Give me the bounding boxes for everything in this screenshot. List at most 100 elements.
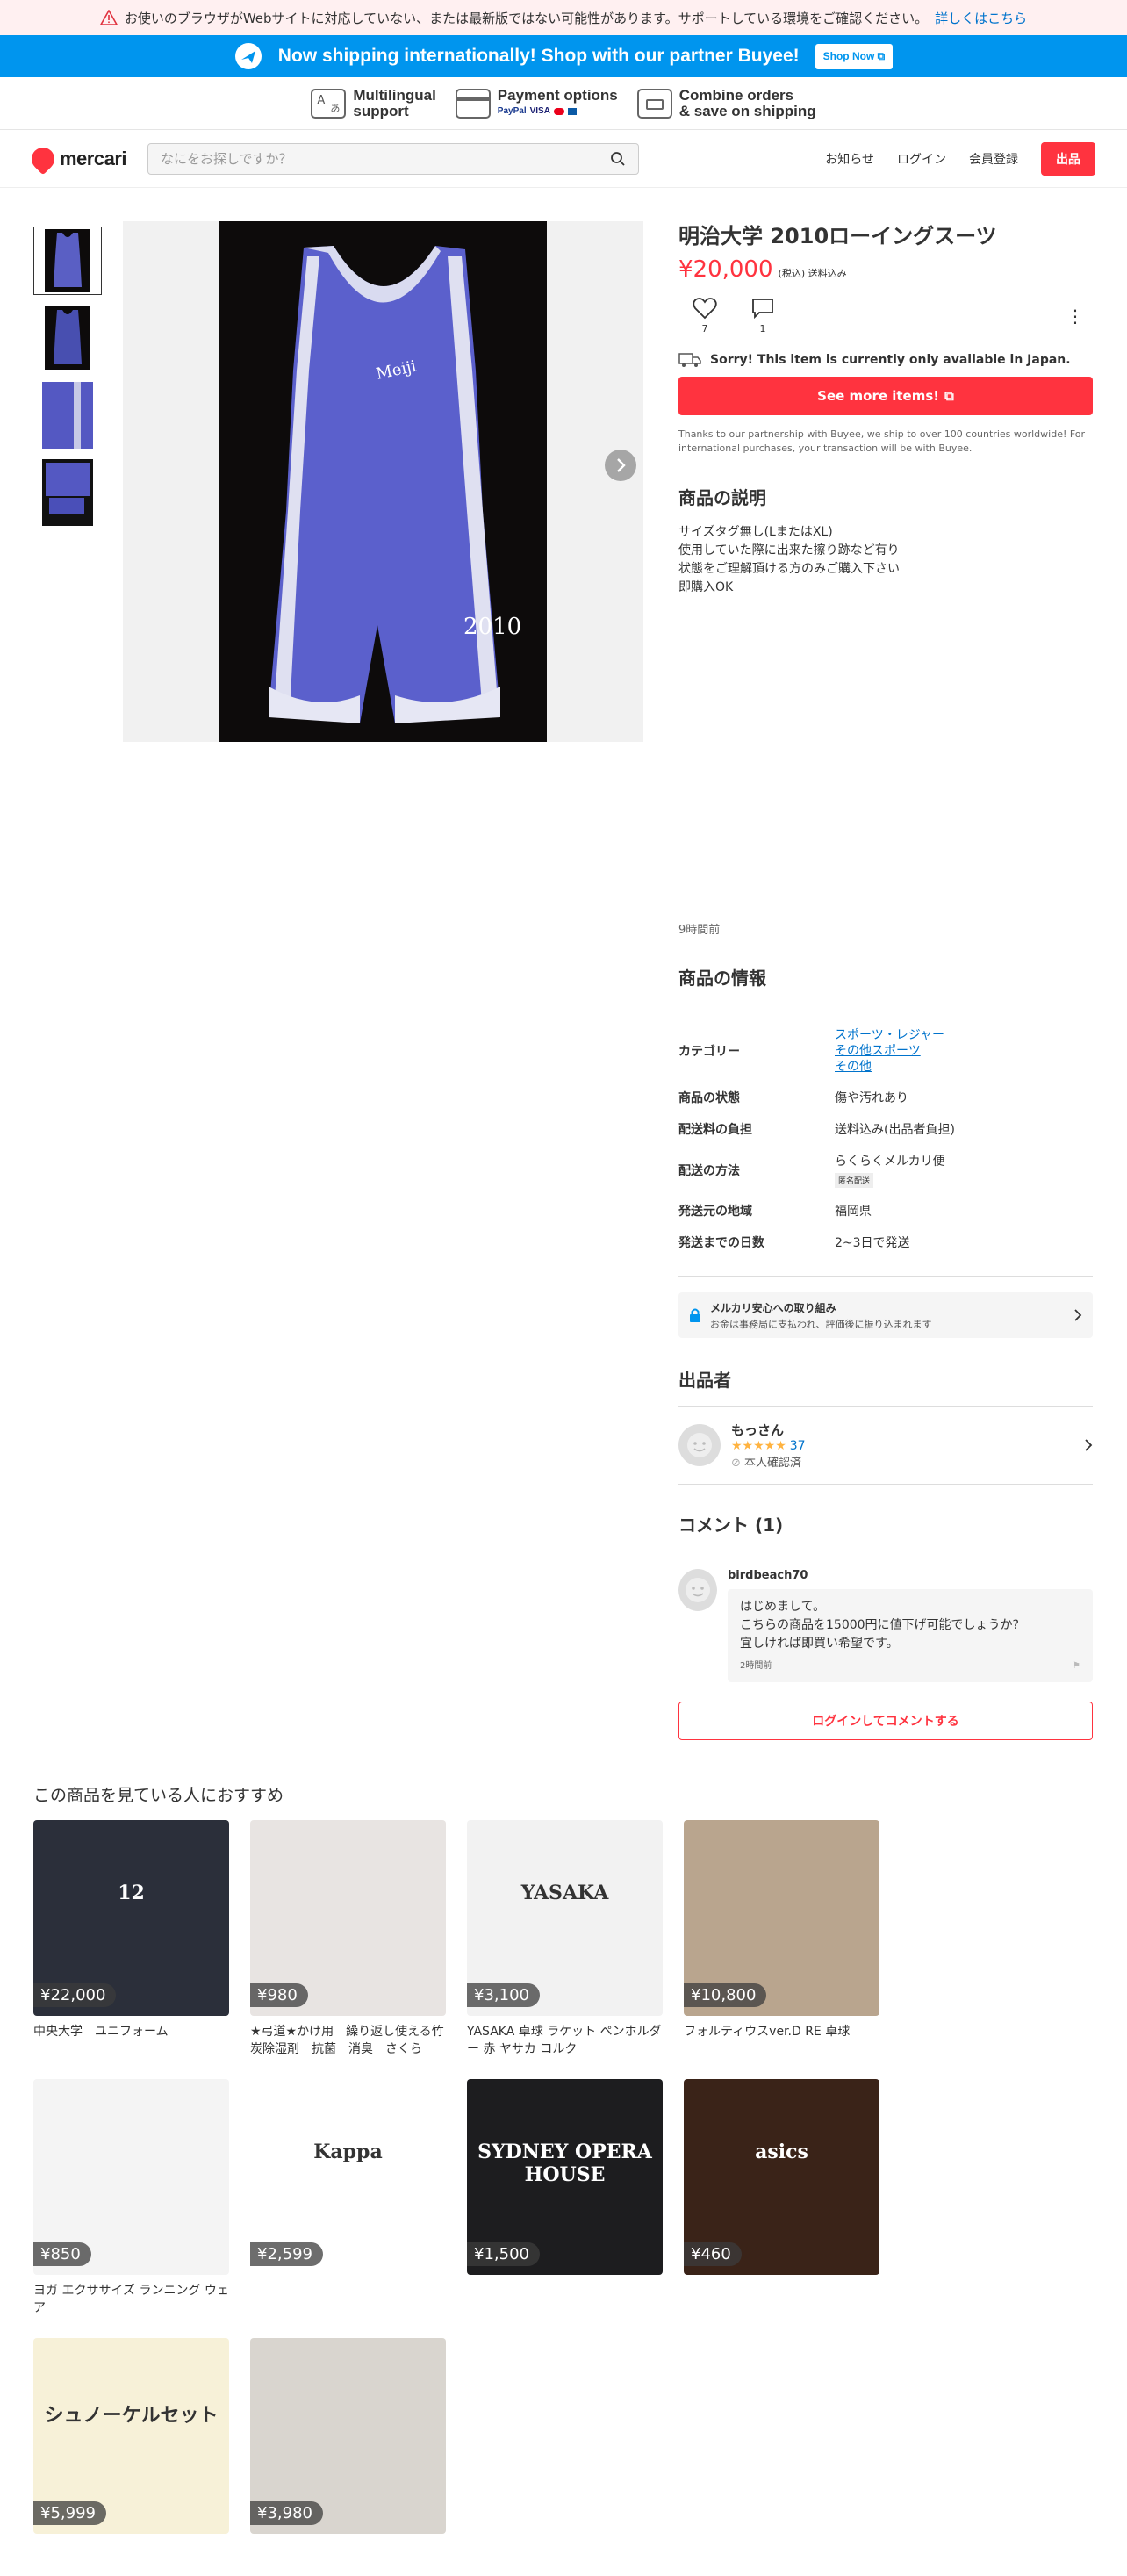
- like-count: 7: [701, 323, 708, 335]
- paypal-text: PayPal: [497, 105, 527, 116]
- mastercard-icon: [553, 107, 564, 115]
- recommended-item-name[interactable]: ★弓道★かけ用 繰り返し使える竹炭除湿剤 抗菌 消臭 さくら: [250, 2023, 446, 2058]
- info-key: カテゴリー: [678, 1045, 740, 1059]
- recommended-item[interactable]: ¥10,800 フォルティウスver.D RE 卓球: [684, 1820, 879, 2058]
- recommended-item-image[interactable]: ¥10,800: [684, 1820, 879, 2016]
- thumbnail-image: [45, 306, 90, 370]
- recommended-item-price: ¥10,800: [684, 1983, 767, 2007]
- nav-notifications[interactable]: お知らせ: [825, 150, 874, 168]
- card-icon: [455, 88, 491, 119]
- warning-details-link[interactable]: 詳しくはこちら: [935, 9, 1027, 27]
- safety-section: メルカリ安心への取り組みお金は事務局に支払われ、評価後に振り込まれます: [678, 1276, 1093, 1338]
- recommended-item[interactable]: シュノーケルセット ¥5,999: [33, 2338, 229, 2576]
- search-input[interactable]: なにをお探しですか？: [147, 142, 639, 175]
- category-link[interactable]: スポーツ・レジャー: [835, 1027, 944, 1043]
- recommended-item-name[interactable]: [33, 2541, 229, 2576]
- recommended-item-image[interactable]: Kappa ¥2,599: [250, 2079, 446, 2275]
- flag-icon[interactable]: ⚑: [1073, 1657, 1080, 1675]
- comment-button[interactable]: 1: [750, 297, 775, 335]
- recommended-item-name[interactable]: [250, 2282, 446, 2317]
- external-link-icon: ⧉: [944, 388, 954, 404]
- recommended-item[interactable]: 12 ¥22,000 中央大学 ユニフォーム: [33, 1820, 229, 2058]
- category-link[interactable]: その他スポーツ: [835, 1043, 944, 1059]
- commenter-name[interactable]: birdbeach70: [728, 1569, 1093, 1582]
- price-tax-note: (税込) 送料込み: [778, 268, 847, 279]
- recommended-item[interactable]: ¥850 ヨガ エクササイズ ランニング ウェア: [33, 2079, 229, 2317]
- safety-link[interactable]: メルカリ安心への取り組みお金は事務局に支払われ、評価後に振り込まれます: [678, 1292, 1093, 1338]
- safety-subtitle: お金は事務局に支払われ、評価後に振り込まれます: [710, 1318, 932, 1330]
- posted-time: 9時間前: [678, 924, 721, 937]
- recommended-item-image[interactable]: ¥3,980: [250, 2338, 446, 2534]
- seller-section: 出品者 もっさん ★★★★★ 37 ⊘ 本人確認済: [678, 1366, 1093, 1485]
- thumbnail-4[interactable]: [33, 458, 102, 527]
- chevron-right-icon: [1085, 1439, 1093, 1451]
- recommended-item-image[interactable]: シュノーケルセット ¥5,999: [33, 2338, 229, 2534]
- recommended-item-image[interactable]: 12 ¥22,000: [33, 1820, 229, 2016]
- like-button[interactable]: 7: [693, 297, 717, 335]
- nav-login[interactable]: ログイン: [897, 150, 946, 168]
- recommended-item-name[interactable]: 中央大学 ユニフォーム: [33, 2023, 229, 2058]
- recommended-item-image[interactable]: YASAKA ¥3,100: [467, 1820, 663, 2016]
- feature-multilingual: Aあ Multilingual support: [311, 87, 436, 119]
- recommendation-grid: 12 ¥22,000 中央大学 ユニフォーム ¥980 ★弓道★かけ用 繰り返し使える竹…: [33, 1820, 1094, 2576]
- lock-icon: [690, 1308, 700, 1322]
- box-icon: [636, 88, 672, 119]
- recommended-item[interactable]: ¥980 ★弓道★かけ用 繰り返し使える竹炭除湿剤 抗菌 消臭 さくら: [250, 1820, 446, 2058]
- thumbnail-3[interactable]: [33, 381, 102, 450]
- recommended-item[interactable]: ¥3,980: [250, 2338, 446, 2576]
- mercari-logo-icon: [26, 142, 60, 175]
- next-image-button[interactable]: [605, 450, 636, 481]
- recommendations-heading: この商品を見ている人におすすめ: [33, 1786, 284, 1805]
- buyee-features: Aあ Multilingual support Payment options P…: [0, 77, 1127, 130]
- recommended-item-image[interactable]: asics ¥460: [684, 2079, 879, 2275]
- recommended-item-name[interactable]: [467, 2282, 663, 2317]
- info-key: 配送の方法: [678, 1163, 740, 1178]
- recommended-item-name[interactable]: YASAKA 卓球 ラケット ペンホルダー 赤 ヤサカ コルク: [467, 2023, 663, 2058]
- thumbnail-1[interactable]: [33, 227, 102, 295]
- browser-warning-banner: お使いのブラウザがWebサイトに対応していない、または最新版ではない可能性があり…: [0, 0, 1127, 35]
- product-photo: Meiji 2010: [219, 221, 547, 742]
- info-value: らくらくメルカリ便 匿名配送: [835, 1152, 945, 1188]
- info-value: 送料込み(出品者負担): [835, 1123, 955, 1137]
- see-more-items-button[interactable]: See more items! ⧉: [678, 377, 1093, 415]
- recommended-item[interactable]: asics ¥460: [684, 2079, 879, 2317]
- safety-title: メルカリ安心への取り組み: [710, 1301, 836, 1314]
- info-value: 福岡県: [835, 1205, 872, 1219]
- seller-profile-link[interactable]: もっさん ★★★★★ 37 ⊘ 本人確認済: [678, 1407, 1093, 1485]
- recommendations: この商品を見ている人におすすめ 12 ¥22,000 中央大学 ユニフォーム ¥980…: [33, 1782, 1094, 2576]
- item-description: サイズタグ無し(LまたはXL) 使用していた際に出来た擦り跡など有り 状態をご理…: [678, 523, 1093, 597]
- login-to-comment-button[interactable]: ログインしてコメントする: [678, 1702, 1093, 1740]
- info-heading: 商品の情報: [678, 964, 1093, 1004]
- more-options-icon[interactable]: ⋮: [1066, 306, 1084, 327]
- recommended-item-name[interactable]: ヨガ エクササイズ ランニング ウェア: [33, 2282, 229, 2317]
- thumbnail-image: [42, 382, 93, 449]
- category-link[interactable]: その他: [835, 1059, 944, 1075]
- recommended-item-name[interactable]: [250, 2541, 446, 2576]
- nav-signup[interactable]: 会員登録: [969, 150, 1018, 168]
- recommended-item[interactable]: Kappa ¥2,599: [250, 2079, 446, 2317]
- mercari-logo-text: mercari: [60, 147, 127, 169]
- comment-time: 2時間前 ⚑: [740, 1657, 1080, 1675]
- recommended-item[interactable]: SYDNEY OPERA HOUSE ¥1,500: [467, 2079, 663, 2317]
- recommended-item-image[interactable]: ¥850: [33, 2079, 229, 2275]
- feature-title: Combine orders: [678, 86, 794, 104]
- item-details: 明治大学 2010ローイングスーツ ¥20,000 (税込) 送料込み 7 1 ⋮…: [678, 221, 1093, 597]
- info-row-category: カテゴリー スポーツ・レジャー その他スポーツ その他: [678, 1020, 1093, 1082]
- recommended-item[interactable]: YASAKA ¥3,100 YASAKA 卓球 ラケット ペンホルダー 赤 ヤサカ …: [467, 1820, 663, 2058]
- site-header: mercari なにをお探しですか？ お知らせ ログイン 会員登録 出品: [0, 130, 1127, 188]
- buyee-shipping-banner[interactable]: Now shipping internationally! Shop with …: [0, 35, 1127, 77]
- recommended-item-image-text: Kappa: [313, 2141, 383, 2163]
- thumbnail-2[interactable]: [33, 304, 102, 372]
- japan-only-notice: Sorry! This item is currently only avail…: [678, 352, 1093, 368]
- seller-name: もっさん: [731, 1422, 785, 1438]
- mercari-logo[interactable]: mercari: [26, 142, 135, 175]
- recommended-item-image[interactable]: SYDNEY OPERA HOUSE ¥1,500: [467, 2079, 663, 2275]
- recommended-item-name[interactable]: フォルティウスver.D RE 卓球: [684, 2023, 879, 2058]
- recommended-item-image[interactable]: ¥980: [250, 1820, 446, 2016]
- shop-now-button[interactable]: Shop Now ⧉: [815, 43, 894, 69]
- recommended-item-name[interactable]: [684, 2282, 879, 2317]
- search-icon[interactable]: [610, 151, 626, 167]
- buyee-plane-icon: [234, 43, 262, 69]
- thumbnail-image: [45, 229, 90, 292]
- list-item-button[interactable]: 出品: [1041, 141, 1095, 176]
